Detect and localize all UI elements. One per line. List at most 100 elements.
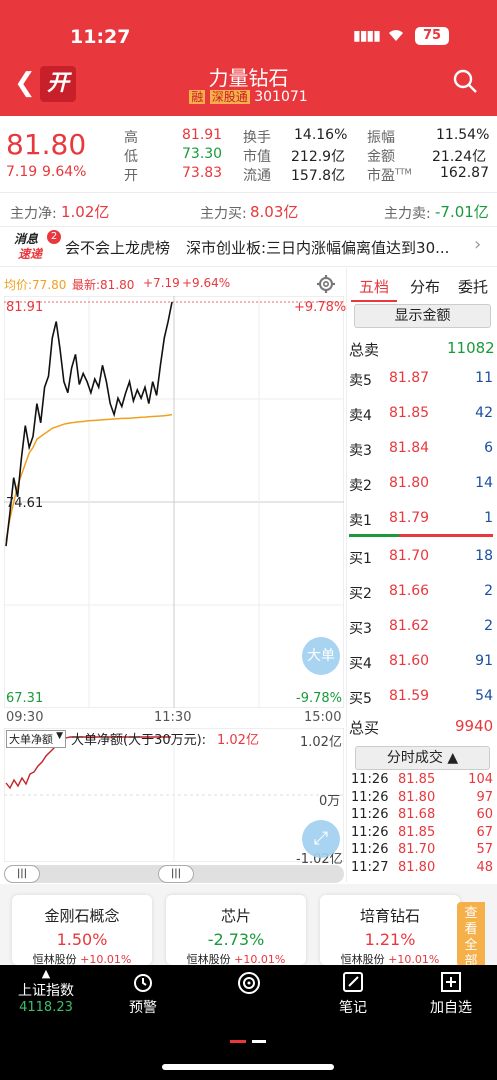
level-label: 买4 [349, 656, 372, 672]
total-buy-value: 9940 [455, 717, 494, 735]
spread-bar [349, 534, 493, 537]
concept-pct: 1.50% [56, 930, 108, 949]
level-volume: 11 [475, 370, 493, 386]
order-level-row: 买1 81.70 18 [349, 548, 495, 568]
latest-pct: +9.64% [182, 276, 231, 290]
gear-icon[interactable] [316, 274, 336, 298]
main-buy-label: 主力买: [200, 206, 247, 222]
level-label: 卖3 [349, 443, 372, 459]
tab-entrust[interactable]: 委托 [451, 276, 495, 297]
level-label: 卖4 [349, 408, 372, 424]
page-dot [252, 1040, 266, 1043]
divider [0, 266, 497, 267]
news-item-1[interactable]: 会不会上龙虎榜 [65, 237, 170, 258]
latest-change: +7.19 [143, 276, 180, 290]
main-buy-value: 8.03亿 [250, 203, 299, 221]
level-label: 买5 [349, 691, 372, 707]
total-sell-label: 总卖 [349, 341, 380, 359]
turnover-value: 14.16% [294, 127, 348, 143]
stock-code: 301071 [254, 89, 308, 105]
tick-time: 11:26 [351, 807, 389, 822]
tick-price: 81.85 [398, 824, 436, 840]
y-tick-bottom: 67.31 [6, 691, 44, 706]
status-bar: 11:27 ▮▮▮▮ 75 [0, 0, 497, 58]
nav-alert-label: 预警 [129, 1000, 157, 1016]
y-tick-bottom-pct: -9.78% [296, 691, 342, 706]
low-value: 73.30 [182, 146, 223, 162]
intraday-chart[interactable] [4, 296, 344, 708]
tab-five-levels[interactable]: 五档 [351, 276, 397, 302]
range-handle-right[interactable]: ||| [158, 865, 194, 883]
level-volume: 42 [475, 405, 493, 421]
level-volume: 54 [475, 688, 493, 704]
tick-time: 11:27 [351, 859, 389, 875]
float-value: 157.8亿 [291, 168, 346, 184]
level-price: 81.70 [389, 548, 430, 564]
divider [0, 226, 497, 227]
last-price: 81.80 [6, 128, 87, 161]
view-all-button[interactable]: 查看全部 [457, 902, 485, 969]
level-volume: 1 [484, 510, 493, 526]
level-label: 买2 [349, 586, 372, 602]
level-volume: 6 [484, 440, 493, 456]
tick-volume: 67 [476, 824, 493, 840]
indicator-dropdown[interactable]: 大单净额 ▼ [6, 730, 66, 748]
price-change-pct: 9.64% [42, 164, 87, 180]
level-price: 81.60 [389, 653, 430, 669]
tick-price: 81.85 [398, 772, 436, 787]
tab-distribution[interactable]: 分布 [403, 276, 447, 297]
tick-volume: 104 [468, 772, 493, 787]
app-header: ❮ 开 力量钻石 融 深股通 301071 [0, 58, 497, 116]
range-handle-left[interactable]: ||| [4, 865, 40, 883]
news-count-badge: 2 [47, 230, 61, 244]
level-price: 81.79 [389, 510, 430, 526]
concept-card[interactable]: 金刚石概念 1.50% 恒林股份 +10.01% [12, 895, 152, 966]
level-label: 买1 [349, 551, 372, 567]
show-amount-button[interactable]: 显示金额 [354, 304, 491, 328]
order-level-row: 卖1 81.79 1 [349, 510, 495, 530]
search-icon[interactable] [452, 68, 478, 98]
signal-icon: ▮▮▮▮ [353, 28, 381, 44]
concept-card[interactable]: 芯片 -2.73% 恒林股份 +10.01% [166, 895, 306, 966]
connect-tag: 深股通 [209, 90, 250, 104]
big-order-button[interactable]: 大单 [302, 637, 340, 675]
order-level-row: 买4 81.60 91 [349, 653, 495, 673]
chevron-right-icon[interactable]: › [474, 234, 481, 255]
tick-price: 81.68 [398, 807, 436, 822]
tick-time: 11:26 [351, 824, 389, 840]
news-ticker[interactable]: 消息 速递 2 会不会上龙虎榜 深市创业板:三日内涨幅偏离值达到30... › [0, 228, 497, 264]
y-tick-mid: 74.61 [6, 496, 44, 511]
edit-icon [320, 971, 386, 997]
amount-label: 金额 [367, 149, 395, 165]
alarm-clock-icon [110, 971, 176, 997]
level-price: 81.66 [389, 583, 430, 599]
nav-alert[interactable]: 预警 [110, 965, 176, 1025]
tick-volume: 60 [476, 807, 493, 822]
level-price: 81.87 [389, 370, 430, 386]
level-price: 81.84 [389, 440, 430, 456]
nav-target[interactable] [216, 965, 282, 1025]
float-label: 流通 [243, 168, 271, 184]
news-item-2[interactable]: 深市创业板:三日内涨幅偏离值达到30... [186, 237, 466, 258]
x-tick-start: 09:30 [6, 710, 44, 725]
nav-index[interactable]: ▲ 上证指数 4118.23 [4, 965, 88, 1025]
main-net-value: 1.02亿 [61, 203, 110, 221]
news-label-bottom: 速递 [18, 247, 43, 261]
level-volume: 18 [475, 548, 493, 564]
range-scrollbar[interactable]: ||| ||| [4, 865, 344, 883]
y-tick-top: 81.91 [6, 300, 44, 315]
big-order-chart[interactable] [4, 728, 344, 862]
order-level-row: 买3 81.62 2 [349, 618, 495, 638]
nav-add-watchlist[interactable]: 加自选 [418, 965, 484, 1025]
expand-icon[interactable]: ⤢ [302, 820, 340, 858]
open-value: 73.83 [182, 165, 223, 181]
concept-card[interactable]: 培育钻石 1.21% 恒林股份 +10.01% [320, 895, 460, 966]
tick-volume: 48 [476, 859, 493, 875]
ticks-button[interactable]: 分时成交 ▲ [355, 746, 490, 770]
tick-time: 11:26 [351, 842, 389, 857]
y-tick-top-pct: +9.78% [294, 300, 347, 315]
low-label: 低 [124, 149, 138, 165]
nav-notes[interactable]: 笔记 [320, 965, 386, 1025]
target-icon [216, 971, 282, 999]
x-tick-mid: 11:30 [154, 710, 192, 725]
